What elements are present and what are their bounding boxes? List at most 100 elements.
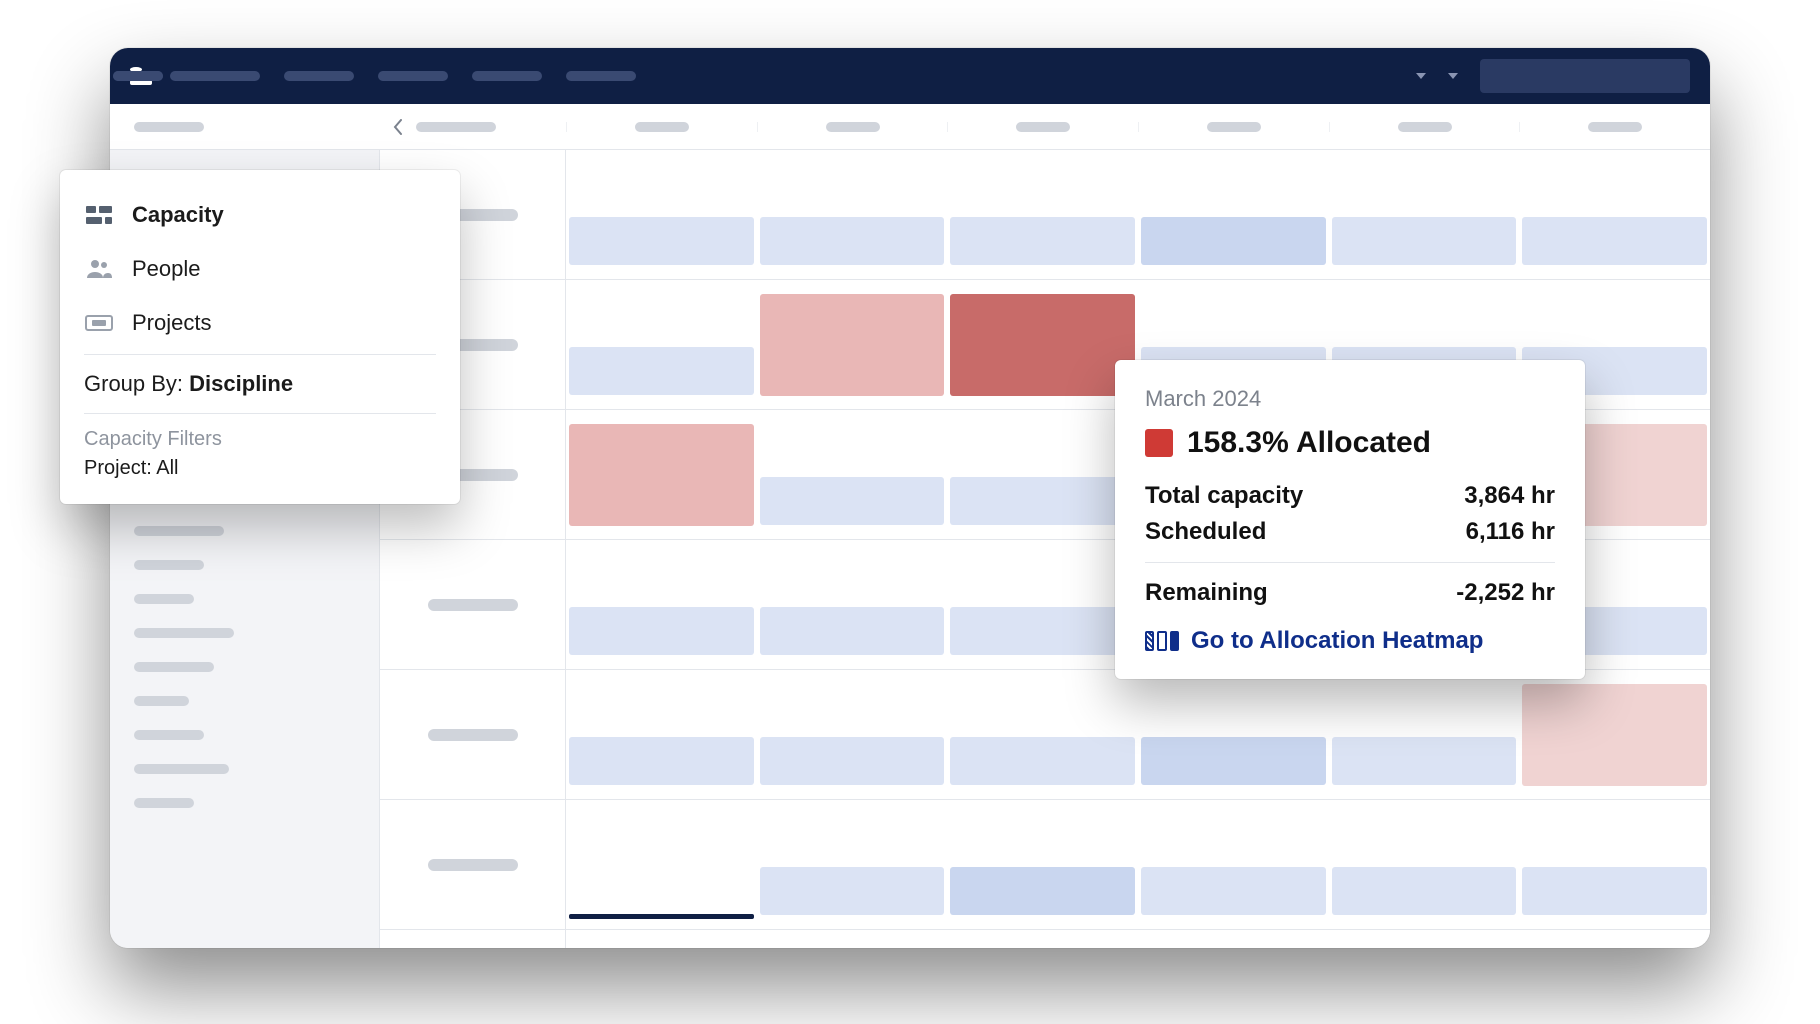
status-swatch bbox=[1145, 429, 1173, 457]
capacity-cell[interactable] bbox=[757, 410, 948, 539]
capacity-icon bbox=[84, 206, 114, 224]
placeholder bbox=[428, 859, 518, 871]
capacity-cell[interactable] bbox=[1138, 150, 1329, 279]
month-column-header bbox=[757, 122, 948, 132]
sidebar-row[interactable] bbox=[110, 752, 379, 786]
capacity-cell[interactable] bbox=[947, 150, 1138, 279]
capacity-cell[interactable] bbox=[1138, 670, 1329, 799]
placeholder bbox=[134, 662, 214, 672]
panel-item-projects[interactable]: Projects bbox=[60, 296, 460, 350]
capacity-bar bbox=[950, 217, 1135, 265]
capacity-bar bbox=[760, 294, 945, 396]
capacity-cell[interactable] bbox=[566, 410, 757, 539]
view-switch-panel: Capacity People Projects Group By: Disci… bbox=[60, 170, 460, 504]
capacity-bar bbox=[950, 294, 1135, 396]
capacity-bar bbox=[569, 607, 754, 655]
group-label-cell bbox=[380, 670, 565, 800]
capacity-cell[interactable] bbox=[947, 540, 1138, 669]
capacity-bar bbox=[950, 607, 1135, 655]
month-column-header bbox=[1519, 122, 1710, 132]
top-navbar bbox=[110, 48, 1710, 104]
placeholder bbox=[1588, 122, 1642, 132]
group-by-row[interactable]: Group By: Discipline bbox=[60, 359, 460, 409]
group-by-value: Discipline bbox=[189, 371, 293, 396]
nav-items bbox=[170, 71, 636, 81]
capacity-bar bbox=[950, 737, 1135, 785]
placeholder bbox=[1207, 122, 1261, 132]
goto-heatmap-link[interactable]: Go to Allocation Heatmap bbox=[1145, 627, 1555, 655]
placeholder bbox=[428, 729, 518, 741]
nav-dropdown[interactable] bbox=[1416, 73, 1426, 79]
capacity-bar bbox=[569, 914, 754, 919]
capacity-cell[interactable] bbox=[947, 800, 1138, 929]
nav-item[interactable] bbox=[170, 71, 260, 81]
sidebar-row[interactable] bbox=[110, 582, 379, 616]
placeholder bbox=[826, 122, 880, 132]
group-label-cell bbox=[380, 800, 565, 930]
placeholder bbox=[635, 122, 689, 132]
capacity-cell[interactable] bbox=[1329, 150, 1520, 279]
placeholder bbox=[134, 628, 234, 638]
sidebar-row[interactable] bbox=[110, 616, 379, 650]
capacity-cell[interactable] bbox=[947, 410, 1138, 539]
capacity-cell[interactable] bbox=[1519, 800, 1710, 929]
placeholder bbox=[134, 730, 204, 740]
capacity-cell[interactable] bbox=[757, 540, 948, 669]
goto-heatmap-label: Go to Allocation Heatmap bbox=[1191, 627, 1483, 655]
placeholder bbox=[134, 560, 204, 570]
capacity-row bbox=[566, 150, 1710, 280]
capacity-cell[interactable] bbox=[566, 800, 757, 929]
capacity-bar bbox=[760, 867, 945, 915]
capacity-bar bbox=[1522, 684, 1707, 786]
placeholder bbox=[416, 122, 496, 132]
group-by-label: Group By: bbox=[84, 371, 183, 396]
capacity-row bbox=[566, 800, 1710, 930]
nav-item[interactable] bbox=[378, 71, 448, 81]
panel-item-label: People bbox=[132, 256, 201, 282]
scroll-left-button[interactable] bbox=[380, 119, 416, 135]
placeholder bbox=[134, 594, 194, 604]
capacity-bar bbox=[569, 424, 754, 526]
sidebar-row[interactable] bbox=[110, 786, 379, 820]
sidebar-row[interactable] bbox=[110, 684, 379, 718]
panel-item-capacity[interactable]: Capacity bbox=[60, 188, 460, 242]
nav-item[interactable] bbox=[472, 71, 542, 81]
capacity-cell[interactable] bbox=[1519, 670, 1710, 799]
capacity-bar bbox=[569, 737, 754, 785]
nav-item[interactable] bbox=[284, 71, 354, 81]
capacity-bar bbox=[1522, 867, 1707, 915]
capacity-cell[interactable] bbox=[757, 280, 948, 409]
sidebar-row[interactable] bbox=[110, 718, 379, 752]
capacity-cell[interactable] bbox=[566, 280, 757, 409]
panel-item-people[interactable]: People bbox=[60, 242, 460, 296]
nav-item[interactable] bbox=[566, 71, 636, 81]
capacity-cell[interactable] bbox=[947, 280, 1138, 409]
capacity-cell[interactable] bbox=[1519, 150, 1710, 279]
capacity-cell[interactable] bbox=[757, 800, 948, 929]
capacity-cell[interactable] bbox=[757, 670, 948, 799]
sidebar-row[interactable] bbox=[110, 514, 379, 548]
month-column-header bbox=[566, 122, 757, 132]
capacity-cell[interactable] bbox=[947, 670, 1138, 799]
placeholder bbox=[1016, 122, 1070, 132]
people-icon bbox=[84, 259, 114, 279]
remaining-value: -2,252 hr bbox=[1456, 579, 1555, 607]
column-header-row bbox=[110, 104, 1710, 150]
capacity-cell[interactable] bbox=[1329, 800, 1520, 929]
search-input[interactable] bbox=[1480, 59, 1690, 93]
panel-item-label: Capacity bbox=[132, 202, 224, 228]
capacity-cell[interactable] bbox=[1329, 670, 1520, 799]
capacity-bar bbox=[1141, 217, 1326, 265]
capacity-cell[interactable] bbox=[566, 150, 757, 279]
nav-dropdown[interactable] bbox=[1448, 73, 1458, 79]
capacity-bar bbox=[569, 217, 754, 265]
capacity-cell[interactable] bbox=[566, 670, 757, 799]
sidebar-row[interactable] bbox=[110, 650, 379, 684]
capacity-bar bbox=[950, 477, 1135, 525]
capacity-row bbox=[566, 670, 1710, 800]
sidebar-row[interactable] bbox=[110, 548, 379, 582]
tooltip-allocated: 158.3% Allocated bbox=[1187, 426, 1431, 460]
capacity-cell[interactable] bbox=[566, 540, 757, 669]
capacity-cell[interactable] bbox=[757, 150, 948, 279]
capacity-cell[interactable] bbox=[1138, 800, 1329, 929]
